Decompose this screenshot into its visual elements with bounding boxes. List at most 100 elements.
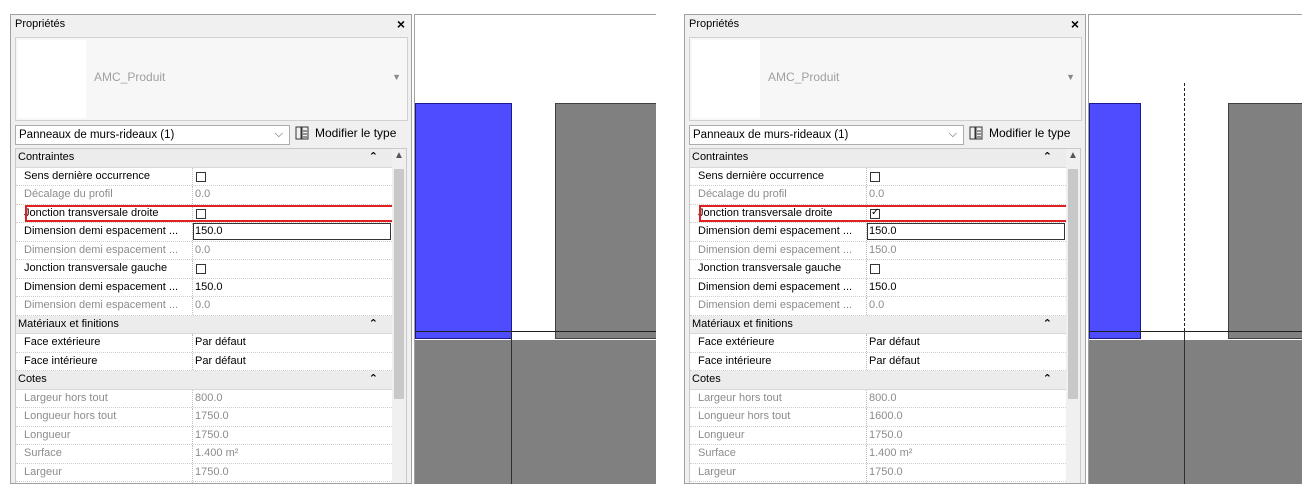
- column-divider: [192, 463, 193, 481]
- property-value[interactable]: Par défaut: [195, 355, 246, 367]
- property-value: 1600.0: [869, 410, 903, 422]
- instance-filter-dropdown[interactable]: Panneaux de murs-rideaux (1) ⌵: [689, 125, 964, 145]
- property-row[interactable]: Surface 1.400 m²: [16, 445, 392, 464]
- chevron-down-icon[interactable]: ⌵: [275, 128, 283, 141]
- category-label: Matériaux et finitions: [692, 317, 793, 330]
- property-row[interactable]: Dimension demi espacement ... 150.0: [16, 223, 392, 242]
- property-row[interactable]: Largeur hors tout 800.0: [16, 389, 392, 408]
- close-icon[interactable]: ×: [397, 16, 405, 32]
- drawing-view[interactable]: [414, 14, 656, 484]
- property-row[interactable]: Jonction transversale droite: [16, 204, 392, 223]
- panel-titlebar: Propriétés ×: [11, 15, 411, 35]
- category-header[interactable]: Contraintes ⌃: [690, 149, 1066, 168]
- close-icon[interactable]: ×: [1071, 16, 1079, 32]
- scroll-up-icon[interactable]: ▲: [1068, 150, 1078, 161]
- instance-filter-label: Panneaux de murs-rideaux (1): [19, 129, 175, 141]
- panel-titlebar: Propriétés ×: [685, 15, 1085, 35]
- chevron-down-icon[interactable]: ▼: [1066, 72, 1075, 82]
- type-thumbnail: [18, 40, 86, 118]
- property-checkbox[interactable]: [196, 171, 206, 182]
- property-value[interactable]: 150.0: [869, 225, 897, 237]
- property-name: Dimension demi espacement ...: [698, 280, 853, 293]
- drawing-view[interactable]: [1088, 14, 1302, 484]
- column-divider: [866, 334, 867, 352]
- category-header[interactable]: Cotes ⌃: [690, 371, 1066, 390]
- collapse-icon[interactable]: ⌃: [369, 317, 378, 330]
- property-row[interactable]: Longueur hors tout 1600.0: [690, 408, 1066, 427]
- vertical-scrollbar[interactable]: ▲: [392, 149, 406, 483]
- scrollbar-thumb[interactable]: [394, 169, 404, 399]
- scrollbar-thumb[interactable]: [1068, 169, 1078, 399]
- property-row[interactable]: Largeur 1750.0: [16, 463, 392, 482]
- category-header[interactable]: Cotes ⌃: [16, 371, 392, 390]
- instance-filter-dropdown[interactable]: Panneaux de murs-rideaux (1) ⌵: [15, 125, 290, 145]
- gray-wall-top: [1228, 103, 1302, 339]
- property-checkbox[interactable]: [196, 208, 206, 219]
- property-row[interactable]: Dimension demi espacement ... 0.0: [16, 241, 392, 260]
- property-value[interactable]: 150.0: [195, 281, 223, 293]
- property-row[interactable]: Sens dernière occurrence: [690, 167, 1066, 186]
- category-header[interactable]: Matériaux et finitions ⌃: [16, 315, 392, 334]
- property-value[interactable]: 150.0: [869, 281, 897, 293]
- type-name: AMC_Produit: [94, 70, 166, 84]
- property-row[interactable]: Dimension demi espacement ... 150.0: [690, 278, 1066, 297]
- property-row[interactable]: Longueur hors tout 1750.0: [16, 408, 392, 427]
- property-row[interactable]: Face extérieure Par défaut: [690, 334, 1066, 353]
- property-checkbox[interactable]: [870, 264, 880, 274]
- scroll-up-icon[interactable]: ▲: [394, 150, 404, 161]
- property-row[interactable]: Dimension demi espacement ... 0.0: [690, 297, 1066, 316]
- collapse-icon[interactable]: ⌃: [369, 372, 378, 385]
- property-value[interactable]: Par défaut: [195, 336, 246, 348]
- property-row[interactable]: Jonction transversale gauche: [16, 260, 392, 279]
- property-row[interactable]: Face extérieure Par défaut: [16, 334, 392, 353]
- collapse-icon[interactable]: ⌃: [369, 150, 378, 163]
- property-row[interactable]: Sens dernière occurrence: [16, 167, 392, 186]
- property-value: 0.0: [195, 188, 211, 200]
- property-name: Largeur hors tout: [24, 391, 108, 404]
- collapse-icon[interactable]: ⌃: [1043, 372, 1052, 385]
- property-row[interactable]: Dimension demi espacement ... 0.0: [16, 297, 392, 316]
- category-header[interactable]: Matériaux et finitions ⌃: [690, 315, 1066, 334]
- property-row[interactable]: Largeur hors tout 800.0: [690, 389, 1066, 408]
- properties-rows: Contraintes ⌃ Sens dernière occurrence Déca…: [690, 149, 1069, 483]
- property-value[interactable]: Par défaut: [869, 355, 920, 367]
- chevron-down-icon[interactable]: ⌵: [949, 128, 957, 141]
- property-row[interactable]: Jonction transversale gauche: [690, 260, 1066, 279]
- edit-type-icon: [969, 126, 983, 140]
- property-checkbox[interactable]: ✓: [870, 207, 880, 219]
- property-row[interactable]: Dimension demi espacement ... 150.0: [16, 278, 392, 297]
- property-row[interactable]: Jonction transversale droite ✓: [690, 204, 1066, 223]
- value-edit-box[interactable]: [867, 223, 1065, 240]
- type-selector-preview[interactable]: AMC_Produit ▼: [689, 37, 1082, 121]
- property-value[interactable]: 150.0: [195, 225, 223, 237]
- property-row[interactable]: Dimension demi espacement ... 150.0: [690, 241, 1066, 260]
- property-row[interactable]: Décalage du profil 0.0: [16, 186, 392, 205]
- value-edit-box[interactable]: [193, 223, 391, 240]
- property-name: Jonction transversale gauche: [24, 262, 168, 274]
- property-row[interactable]: Largeur 1750.0: [690, 463, 1066, 482]
- type-name: AMC_Produit: [768, 70, 840, 84]
- collapse-icon[interactable]: ⌃: [1043, 317, 1052, 330]
- property-row[interactable]: Face intérieure Par défaut: [16, 352, 392, 371]
- property-row[interactable]: Décalage du profil 0.0: [690, 186, 1066, 205]
- property-row[interactable]: Surface 1.400 m²: [690, 445, 1066, 464]
- property-value: 800.0: [195, 391, 223, 404]
- property-name: Face intérieure: [24, 354, 98, 367]
- property-value: 1750.0: [869, 465, 903, 478]
- property-checkbox[interactable]: [870, 171, 880, 182]
- property-row[interactable]: Longueur 1750.0: [690, 426, 1066, 445]
- property-checkbox[interactable]: [196, 264, 206, 274]
- property-name: Longueur hors tout: [698, 410, 791, 422]
- property-row[interactable]: Longueur 1750.0: [16, 426, 392, 445]
- column-divider: [866, 408, 867, 426]
- property-value[interactable]: Par défaut: [869, 336, 920, 348]
- property-row[interactable]: Dimension demi espacement ... 150.0: [690, 223, 1066, 242]
- property-row[interactable]: Face intérieure Par défaut: [690, 352, 1066, 371]
- category-header[interactable]: Contraintes ⌃: [16, 149, 392, 168]
- chevron-down-icon[interactable]: ▼: [392, 72, 401, 82]
- type-selector-preview[interactable]: AMC_Produit ▼: [15, 37, 408, 121]
- floor-slab: [415, 340, 656, 484]
- property-name: Longueur hors tout: [24, 410, 117, 422]
- collapse-icon[interactable]: ⌃: [1043, 150, 1052, 163]
- vertical-scrollbar[interactable]: ▲: [1066, 149, 1080, 483]
